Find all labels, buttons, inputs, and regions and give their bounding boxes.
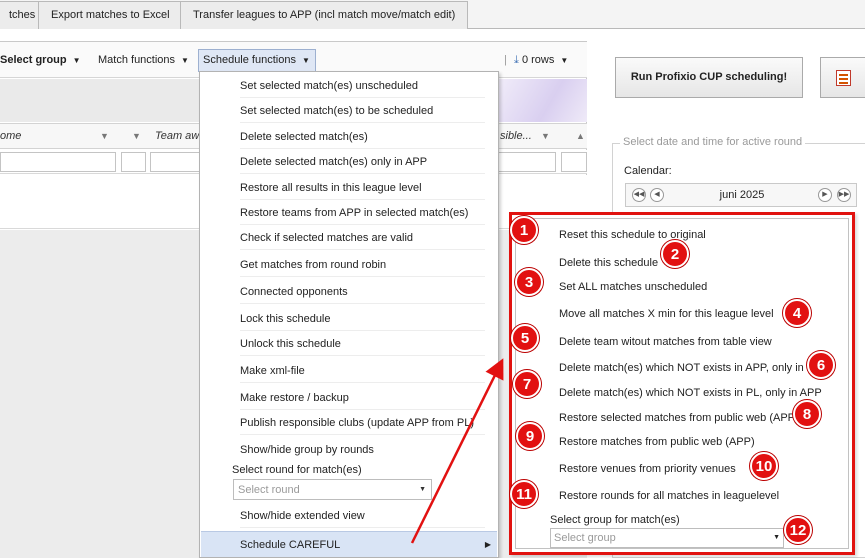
column-responsible[interactable]: sible... xyxy=(500,130,532,142)
careful-item-restore-selected-web[interactable]: Restore selected matches from public web… xyxy=(559,412,829,424)
chevron-right-icon: ▶ xyxy=(484,540,491,549)
menu-item-unlock-schedule[interactable]: Unlock this schedule xyxy=(240,338,485,356)
filter-input-team-away[interactable] xyxy=(150,152,200,172)
report-icon xyxy=(836,70,851,86)
careful-item-restore-rounds[interactable]: Restore rounds for all matches in league… xyxy=(559,490,829,502)
run-scheduling-button[interactable]: Run Profixio CUP scheduling! xyxy=(615,57,803,98)
menu-item-schedule-careful[interactable]: Schedule CAREFUL ▶ xyxy=(201,531,497,557)
menu-item-group-by-rounds[interactable]: Show/hide group by rounds xyxy=(240,444,485,461)
filter-input[interactable] xyxy=(121,152,146,172)
group-select-label: Select group for match(es) xyxy=(550,514,680,526)
select-group-menu[interactable]: Select group ▼ xyxy=(0,54,81,66)
filter-icon[interactable]: ▼ xyxy=(541,131,550,141)
schedule-functions-dropdown: Set selected match(es) unscheduled Set s… xyxy=(199,71,499,558)
sort-icon[interactable]: ▲ xyxy=(576,131,585,141)
menu-item-connected-opponents[interactable]: Connected opponents xyxy=(240,286,485,304)
fieldset-legend: Select date and time for active round xyxy=(620,136,806,148)
menu-item-delete-matches[interactable]: Delete selected match(es) xyxy=(240,131,485,149)
round-select[interactable]: Select round ▼ xyxy=(233,479,432,500)
annotation-badge-12: 12 xyxy=(784,516,812,544)
careful-item-reset[interactable]: Reset this schedule to original xyxy=(559,229,829,241)
menu-item-check-valid[interactable]: Check if selected matches are valid xyxy=(240,232,485,250)
careful-item-delete-not-in-pl[interactable]: Delete match(es) which NOT exists in PL,… xyxy=(559,387,829,399)
chevron-down-icon: ▼ xyxy=(773,534,780,541)
careful-item-restore-matches-web[interactable]: Restore matches from public web (APP) xyxy=(559,436,829,448)
match-functions-menu[interactable]: Match functions ▼ xyxy=(98,54,189,66)
annotation-badge-5: 5 xyxy=(511,324,539,352)
annotation-badge-10: 10 xyxy=(750,452,778,480)
careful-item-delete-not-in-app[interactable]: Delete match(es) which NOT exists in APP… xyxy=(559,362,829,374)
careful-item-all-unscheduled[interactable]: Set ALL matches unscheduled xyxy=(559,281,829,293)
tab-export-excel[interactable]: Export matches to Excel xyxy=(38,1,183,29)
annotation-badge-2: 2 xyxy=(661,240,689,268)
menu-item-restore-backup[interactable]: Make restore / backup xyxy=(240,392,485,410)
filter-input[interactable] xyxy=(561,152,587,172)
chevron-right-icon[interactable]: ▶ xyxy=(818,188,832,202)
careful-item-delete-schedule[interactable]: Delete this schedule xyxy=(559,257,829,269)
annotation-badge-7: 7 xyxy=(513,370,541,398)
chevron-down-icon: ▼ xyxy=(301,56,310,65)
calendar-label: Calendar: xyxy=(624,165,672,177)
filter-icon[interactable]: ▼ xyxy=(132,131,141,141)
filter-input-home[interactable] xyxy=(0,152,116,172)
annotation-badge-6: 6 xyxy=(807,351,835,379)
chevron-double-right-icon[interactable]: ▶▶ xyxy=(837,188,851,202)
rows-menu[interactable]: ⤓ 0 rows ▼ xyxy=(514,54,568,67)
menu-item-lock-schedule[interactable]: Lock this schedule xyxy=(240,313,485,331)
chevron-down-icon: ▼ xyxy=(560,56,569,65)
menu-item-restore-results[interactable]: Restore all results in this league level xyxy=(240,182,485,200)
annotation-badge-11: 11 xyxy=(510,480,538,508)
menu-item-round-robin[interactable]: Get matches from round robin xyxy=(240,259,485,277)
filter-input-responsible[interactable] xyxy=(498,152,556,172)
annotation-badge-1: 1 xyxy=(510,216,538,244)
chevron-down-icon: ▼ xyxy=(72,56,81,65)
toolbar-divider: | xyxy=(504,54,507,66)
annotation-badge-8: 8 xyxy=(793,400,821,428)
report-button[interactable] xyxy=(820,57,865,98)
annotation-badge-4: 4 xyxy=(783,299,811,327)
chevron-down-icon: ▼ xyxy=(419,486,426,493)
annotation-badge-9: 9 xyxy=(516,422,544,450)
menu-item-publish-clubs[interactable]: Publish responsible clubs (update APP fr… xyxy=(240,417,485,435)
group-select[interactable]: Select group ▼ xyxy=(550,528,784,548)
column-team-away[interactable]: Team aw xyxy=(155,130,199,142)
menu-item-unschedule[interactable]: Set selected match(es) unscheduled xyxy=(240,80,485,98)
header-decoration xyxy=(492,79,587,122)
menu-item-restore-teams[interactable]: Restore teams from APP in selected match… xyxy=(240,207,485,225)
menu-item-xml-file[interactable]: Make xml-file xyxy=(240,365,485,383)
annotation-badge-3: 3 xyxy=(515,268,543,296)
menu-item-delete-only-app[interactable]: Delete selected match(es) only in APP xyxy=(240,156,485,174)
schedule-functions-menu[interactable]: Schedule functions ▼ xyxy=(198,49,316,72)
column-home[interactable]: ome xyxy=(0,130,21,142)
menu-item-extended-view[interactable]: Show/hide extended view xyxy=(240,510,485,528)
careful-item-restore-venues[interactable]: Restore venues from priority venues xyxy=(559,463,829,475)
download-icon: ⤓ xyxy=(514,54,519,66)
tab-bar: tches Export matches to Excel Transfer l… xyxy=(0,0,865,29)
tab-transfer-leagues[interactable]: Transfer leagues to APP (incl match move… xyxy=(180,1,469,29)
filter-icon[interactable]: ▼ xyxy=(100,131,109,141)
careful-item-delete-team-without-matches[interactable]: Delete team witout matches from table vi… xyxy=(559,336,829,348)
round-select-label: Select round for match(es) xyxy=(232,464,362,476)
chevron-down-icon: ▼ xyxy=(181,56,189,65)
calendar-header: ◀◀ ◀ juni 2025 ▶ ▶▶ xyxy=(625,183,857,207)
menu-item-to-be-scheduled[interactable]: Set selected match(es) to be scheduled xyxy=(240,105,485,123)
